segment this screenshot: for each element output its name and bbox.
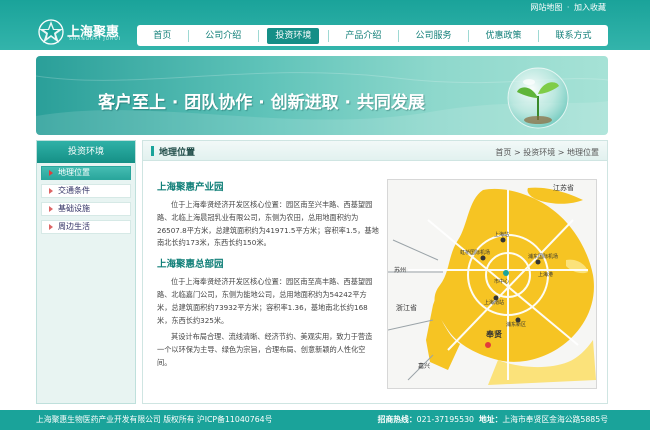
footer: 上海聚惠生物医药产业开发有限公司 版权所有 沪ICP备11040764号 招商热… <box>0 410 650 430</box>
map-label-hongqiao: 虹桥国际机场 <box>460 249 490 256</box>
location-map: 江苏省 浙江省 苏州 嘉兴 奉贤 市中心 上海站 虹桥国际机场 浦东国际机场 上… <box>387 179 597 389</box>
map-label-fengxian: 奉贤 <box>485 329 502 339</box>
map-label-shanghai-station: 上海站 <box>494 231 509 238</box>
main-nav: 首页 公司介绍 投资环境 产品介绍 公司服务 优惠政策 联系方式 <box>137 25 608 46</box>
section-title: 上海聚惠总部园 <box>157 259 224 271</box>
sidebar-item-location[interactable]: 地理位置 <box>41 166 131 180</box>
nav-company-intro[interactable]: 公司介绍 <box>197 28 249 44</box>
nav-divider <box>538 29 540 42</box>
add-favorite-link[interactable]: 加入收藏 <box>574 3 606 12</box>
map-label-jiaxing: 嘉兴 <box>418 362 430 370</box>
map-label-jiangsu: 江苏省 <box>553 183 574 192</box>
arrow-right-icon <box>49 170 53 176</box>
nav-divider <box>327 29 329 42</box>
nav-services[interactable]: 公司服务 <box>407 28 459 44</box>
logo-star-icon <box>38 19 64 45</box>
map-label-suzhou: 苏州 <box>394 266 406 274</box>
hotline-label: 招商热线： <box>377 415 417 424</box>
nav-divider <box>187 29 189 42</box>
closing-paragraph: 其设计布局合理、流线清晰、经济节约、美观实用，致力于营造一个以环保为主导、绿色为… <box>157 332 373 367</box>
map-label-shanghai-south: 上海南站 <box>484 299 504 306</box>
map-label-zhejiang: 浙江省 <box>396 303 417 312</box>
nav-home[interactable]: 首页 <box>145 28 179 44</box>
map-graphic: 江苏省 浙江省 苏州 嘉兴 奉贤 市中心 上海站 虹桥国际机场 浦东国际机场 上… <box>388 183 596 385</box>
breadcrumb[interactable]: 首页 > 投资环境 > 地理位置 <box>495 147 599 158</box>
page-title: 地理位置 <box>159 148 196 158</box>
map-label-city-center: 市中心 <box>494 278 509 285</box>
logo[interactable]: 上海聚惠 SHANGHAI JUHUI <box>36 18 136 46</box>
section-paragraph: 位于上海奉贤经济开发区核心位置：园区南至高丰路、西基望园路、北临嘉门公司，东侧为… <box>157 277 373 325</box>
top-links: 网站地图 · 加入收藏 <box>530 2 606 13</box>
section-title: 上海聚惠产业园 <box>157 182 224 193</box>
section-paragraph: 位于上海奉贤经济开发区核心位置：园区南至兴丰路、西基望园路、北临上海晨冠乳业有限… <box>157 200 379 248</box>
sidebar-item-infrastructure[interactable]: 基础设施 <box>41 202 131 216</box>
arrow-right-icon <box>49 188 53 194</box>
nav-contact[interactable]: 联系方式 <box>548 28 600 44</box>
nav-divider <box>467 29 469 42</box>
map-label-pudong-airport: 浦东国际机场 <box>528 253 558 260</box>
nav-divider <box>397 29 399 42</box>
sidebar-item-surroundings[interactable]: 周边生活 <box>41 220 131 234</box>
sidebar-item-transport[interactable]: 交通条件 <box>41 184 131 198</box>
nav-products[interactable]: 产品介绍 <box>337 28 389 44</box>
hotline-number: 021-37195530 <box>416 415 475 424</box>
nav-divider <box>257 29 259 42</box>
sitemap-link[interactable]: 网站地图 <box>530 3 562 12</box>
top-links-separator: · <box>566 3 570 12</box>
address-label: 地址： <box>479 415 503 424</box>
sidebar-item-label: 基础设施 <box>58 204 90 213</box>
nav-investment-environment[interactable]: 投资环境 <box>267 27 320 44</box>
content-header: 地理位置 首页 > 投资环境 > 地理位置 <box>143 141 607 161</box>
banner-slogan: 客户至上 · 团队协作 · 创新进取 · 共同发展 <box>98 93 425 113</box>
sidebar-item-label: 周边生活 <box>58 222 90 231</box>
sidebar-menu: 地理位置 交通条件 基础设施 周边生活 <box>41 166 131 238</box>
footer-contact: 招商热线：021-37195530 地址：上海市奉贤区金海公路5885号 <box>378 414 608 425</box>
bottom-margin <box>0 430 650 443</box>
title-marker <box>151 146 154 156</box>
arrow-right-icon <box>49 206 53 212</box>
sidebar-item-label: 地理位置 <box>58 168 90 177</box>
nav-policies[interactable]: 优惠政策 <box>477 28 529 44</box>
logo-name-en: SHANGHAI JUHUI <box>69 37 122 42</box>
seedling-globe-icon <box>507 67 569 129</box>
sidebar-title: 投资环境 <box>37 141 135 163</box>
footer-copyright: 上海聚惠生物医药产业开发有限公司 版权所有 沪ICP备11040764号 <box>36 415 273 424</box>
map-label-shanghai-port: 上海港 <box>538 271 553 278</box>
content-text: 上海聚惠产业园 位于上海奉贤经济开发区核心位置：园区南至兴丰路、西基望园路、北临… <box>157 179 379 374</box>
sidebar: 投资环境 地理位置 交通条件 基础设施 周边生活 <box>36 140 136 404</box>
main-content: 地理位置 首页 > 投资环境 > 地理位置 上海聚惠产业园 位于上海奉贤经济开发… <box>142 140 608 404</box>
address-text: 上海市奉贤区金海公路5885号 <box>502 415 608 424</box>
arrow-right-icon <box>49 224 53 230</box>
map-label-pudong-area: 浦东新区 <box>506 321 526 328</box>
hero-banner: 客户至上 · 团队协作 · 创新进取 · 共同发展 <box>36 56 608 135</box>
sidebar-item-label: 交通条件 <box>58 186 90 195</box>
